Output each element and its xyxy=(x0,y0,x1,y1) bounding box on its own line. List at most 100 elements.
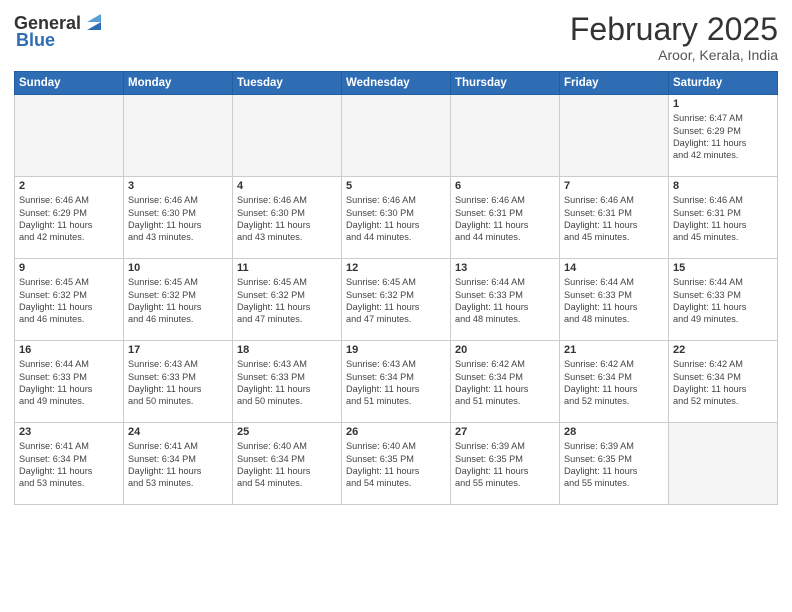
day-number: 24 xyxy=(128,426,228,438)
day-info: Sunrise: 6:42 AM Sunset: 6:34 PM Dayligh… xyxy=(455,358,555,408)
day-info: Sunrise: 6:46 AM Sunset: 6:31 PM Dayligh… xyxy=(673,194,773,244)
calendar-header-tuesday: Tuesday xyxy=(233,72,342,95)
day-info: Sunrise: 6:41 AM Sunset: 6:34 PM Dayligh… xyxy=(19,440,119,490)
header: General Blue February 2025 Aroor, Kerala… xyxy=(14,12,778,63)
day-info: Sunrise: 6:43 AM Sunset: 6:33 PM Dayligh… xyxy=(237,358,337,408)
day-number: 16 xyxy=(19,344,119,356)
logo-blue-text: Blue xyxy=(16,30,55,51)
calendar-cell: 1 Sunrise: 6:47 AM Sunset: 6:29 PM Daylig… xyxy=(669,95,778,177)
calendar-cell: 5 Sunrise: 6:46 AM Sunset: 6:30 PM Daylig… xyxy=(342,177,451,259)
day-info: Sunrise: 6:47 AM Sunset: 6:29 PM Dayligh… xyxy=(673,112,773,162)
calendar-cell: 19 Sunrise: 6:43 AM Sunset: 6:34 PM Dayli… xyxy=(342,341,451,423)
day-info: Sunrise: 6:39 AM Sunset: 6:35 PM Dayligh… xyxy=(564,440,664,490)
calendar-cell: 20 Sunrise: 6:42 AM Sunset: 6:34 PM Dayli… xyxy=(451,341,560,423)
calendar-cell xyxy=(560,95,669,177)
calendar-cell xyxy=(15,95,124,177)
day-number: 14 xyxy=(564,262,664,274)
day-info: Sunrise: 6:46 AM Sunset: 6:31 PM Dayligh… xyxy=(455,194,555,244)
calendar-week-4: 16 Sunrise: 6:44 AM Sunset: 6:33 PM Dayli… xyxy=(15,341,778,423)
day-number: 6 xyxy=(455,180,555,192)
calendar-header-friday: Friday xyxy=(560,72,669,95)
page: General Blue February 2025 Aroor, Kerala… xyxy=(0,0,792,612)
day-number: 8 xyxy=(673,180,773,192)
calendar-cell xyxy=(233,95,342,177)
calendar-cell: 12 Sunrise: 6:45 AM Sunset: 6:32 PM Dayli… xyxy=(342,259,451,341)
day-info: Sunrise: 6:46 AM Sunset: 6:30 PM Dayligh… xyxy=(128,194,228,244)
calendar-cell: 22Sunrise: 6:42 AM Sunset: 6:34 PM Dayli… xyxy=(669,341,778,423)
calendar-header-sunday: Sunday xyxy=(15,72,124,95)
day-number: 12 xyxy=(346,262,446,274)
day-number: 3 xyxy=(128,180,228,192)
calendar-cell: 16 Sunrise: 6:44 AM Sunset: 6:33 PM Dayli… xyxy=(15,341,124,423)
calendar-week-5: 23 Sunrise: 6:41 AM Sunset: 6:34 PM Dayli… xyxy=(15,423,778,505)
calendar-cell: 18 Sunrise: 6:43 AM Sunset: 6:33 PM Dayli… xyxy=(233,341,342,423)
day-info: Sunrise: 6:46 AM Sunset: 6:29 PM Dayligh… xyxy=(19,194,119,244)
calendar-cell: 26 Sunrise: 6:40 AM Sunset: 6:35 PM Dayli… xyxy=(342,423,451,505)
calendar-header-thursday: Thursday xyxy=(451,72,560,95)
day-info: Sunrise: 6:46 AM Sunset: 6:30 PM Dayligh… xyxy=(346,194,446,244)
day-number: 15 xyxy=(673,262,773,274)
calendar-cell: 24 Sunrise: 6:41 AM Sunset: 6:34 PM Dayli… xyxy=(124,423,233,505)
calendar-cell: 7Sunrise: 6:46 AM Sunset: 6:31 PM Daylig… xyxy=(560,177,669,259)
calendar-cell: 17 Sunrise: 6:43 AM Sunset: 6:33 PM Dayli… xyxy=(124,341,233,423)
calendar-week-3: 9Sunrise: 6:45 AM Sunset: 6:32 PM Daylig… xyxy=(15,259,778,341)
day-number: 1 xyxy=(673,98,773,110)
calendar-cell: 10 Sunrise: 6:45 AM Sunset: 6:32 PM Dayli… xyxy=(124,259,233,341)
day-info: Sunrise: 6:44 AM Sunset: 6:33 PM Dayligh… xyxy=(455,276,555,326)
calendar-cell: 14 Sunrise: 6:44 AM Sunset: 6:33 PM Dayli… xyxy=(560,259,669,341)
day-number: 18 xyxy=(237,344,337,356)
day-number: 19 xyxy=(346,344,446,356)
day-info: Sunrise: 6:41 AM Sunset: 6:34 PM Dayligh… xyxy=(128,440,228,490)
day-info: Sunrise: 6:45 AM Sunset: 6:32 PM Dayligh… xyxy=(128,276,228,326)
calendar-header-monday: Monday xyxy=(124,72,233,95)
day-number: 7 xyxy=(564,180,664,192)
day-number: 4 xyxy=(237,180,337,192)
calendar-table: SundayMondayTuesdayWednesdayThursdayFrid… xyxy=(14,71,778,505)
day-number: 28 xyxy=(564,426,664,438)
day-number: 5 xyxy=(346,180,446,192)
logo: General Blue xyxy=(14,12,105,51)
day-info: Sunrise: 6:44 AM Sunset: 6:33 PM Dayligh… xyxy=(564,276,664,326)
day-info: Sunrise: 6:45 AM Sunset: 6:32 PM Dayligh… xyxy=(19,276,119,326)
day-number: 23 xyxy=(19,426,119,438)
day-number: 20 xyxy=(455,344,555,356)
calendar-cell xyxy=(669,423,778,505)
day-info: Sunrise: 6:40 AM Sunset: 6:35 PM Dayligh… xyxy=(346,440,446,490)
calendar-week-2: 2 Sunrise: 6:46 AM Sunset: 6:29 PM Daylig… xyxy=(15,177,778,259)
day-number: 17 xyxy=(128,344,228,356)
day-info: Sunrise: 6:40 AM Sunset: 6:34 PM Dayligh… xyxy=(237,440,337,490)
calendar-cell: 6 Sunrise: 6:46 AM Sunset: 6:31 PM Daylig… xyxy=(451,177,560,259)
day-info: Sunrise: 6:45 AM Sunset: 6:32 PM Dayligh… xyxy=(237,276,337,326)
calendar-cell: 13 Sunrise: 6:44 AM Sunset: 6:33 PM Dayli… xyxy=(451,259,560,341)
calendar-header-saturday: Saturday xyxy=(669,72,778,95)
day-info: Sunrise: 6:42 AM Sunset: 6:34 PM Dayligh… xyxy=(564,358,664,408)
calendar-week-1: 1 Sunrise: 6:47 AM Sunset: 6:29 PM Daylig… xyxy=(15,95,778,177)
day-info: Sunrise: 6:43 AM Sunset: 6:34 PM Dayligh… xyxy=(346,358,446,408)
day-number: 10 xyxy=(128,262,228,274)
day-info: Sunrise: 6:45 AM Sunset: 6:32 PM Dayligh… xyxy=(346,276,446,326)
calendar-cell: 15Sunrise: 6:44 AM Sunset: 6:33 PM Dayli… xyxy=(669,259,778,341)
day-number: 13 xyxy=(455,262,555,274)
day-number: 25 xyxy=(237,426,337,438)
calendar-cell: 25 Sunrise: 6:40 AM Sunset: 6:34 PM Dayli… xyxy=(233,423,342,505)
day-number: 11 xyxy=(237,262,337,274)
day-number: 2 xyxy=(19,180,119,192)
calendar-cell: 4Sunrise: 6:46 AM Sunset: 6:30 PM Daylig… xyxy=(233,177,342,259)
day-info: Sunrise: 6:39 AM Sunset: 6:35 PM Dayligh… xyxy=(455,440,555,490)
calendar-cell: 28 Sunrise: 6:39 AM Sunset: 6:35 PM Dayli… xyxy=(560,423,669,505)
calendar-header-wednesday: Wednesday xyxy=(342,72,451,95)
calendar-header-row: SundayMondayTuesdayWednesdayThursdayFrid… xyxy=(15,72,778,95)
calendar-cell: 27 Sunrise: 6:39 AM Sunset: 6:35 PM Dayli… xyxy=(451,423,560,505)
day-info: Sunrise: 6:44 AM Sunset: 6:33 PM Dayligh… xyxy=(19,358,119,408)
calendar-cell: 3 Sunrise: 6:46 AM Sunset: 6:30 PM Daylig… xyxy=(124,177,233,259)
day-number: 27 xyxy=(455,426,555,438)
calendar-cell xyxy=(124,95,233,177)
calendar-cell: 11 Sunrise: 6:45 AM Sunset: 6:32 PM Dayli… xyxy=(233,259,342,341)
logo-icon xyxy=(83,12,105,34)
calendar-cell: 2 Sunrise: 6:46 AM Sunset: 6:29 PM Daylig… xyxy=(15,177,124,259)
month-title: February 2025 xyxy=(570,12,778,47)
day-info: Sunrise: 6:43 AM Sunset: 6:33 PM Dayligh… xyxy=(128,358,228,408)
day-number: 26 xyxy=(346,426,446,438)
location: Aroor, Kerala, India xyxy=(570,47,778,63)
calendar-cell xyxy=(451,95,560,177)
